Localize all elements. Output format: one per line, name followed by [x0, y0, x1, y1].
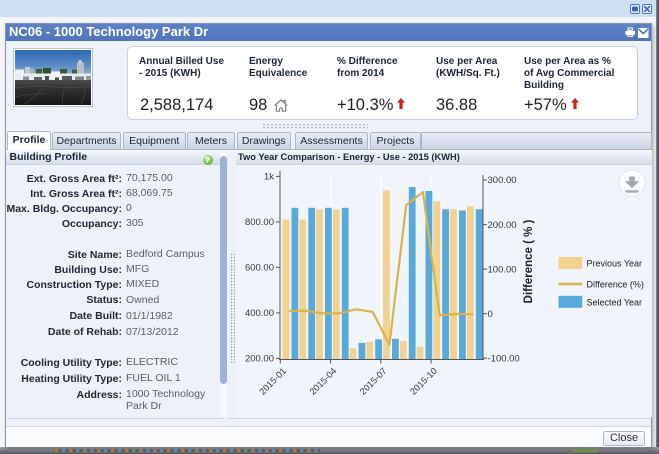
svg-text:300.00: 300.00	[488, 175, 517, 186]
svg-text:600.00: 600.00	[245, 263, 274, 274]
svg-text:Selected Year: Selected Year	[587, 297, 643, 307]
svg-text:2015-01: 2015-01	[257, 366, 288, 397]
svg-text:2015-10: 2015-10	[408, 366, 439, 397]
svg-text:2015-04: 2015-04	[308, 366, 339, 397]
svg-text:2015-07: 2015-07	[358, 366, 389, 397]
svg-text:200.00: 200.00	[245, 354, 274, 365]
svg-text:400.00: 400.00	[245, 308, 274, 319]
svg-text:-100.00: -100.00	[488, 353, 520, 364]
svg-text:Difference (%): Difference (%)	[587, 280, 644, 290]
svg-text:Previous Year: Previous Year	[587, 259, 643, 269]
svg-text:200.00: 200.00	[488, 220, 517, 231]
svg-text:100.00: 100.00	[488, 264, 517, 275]
svg-text:Difference ( % ): Difference ( % )	[523, 219, 535, 303]
svg-text:0: 0	[488, 309, 493, 320]
svg-text:800.00: 800.00	[245, 217, 274, 228]
svg-text:1k: 1k	[264, 172, 274, 183]
